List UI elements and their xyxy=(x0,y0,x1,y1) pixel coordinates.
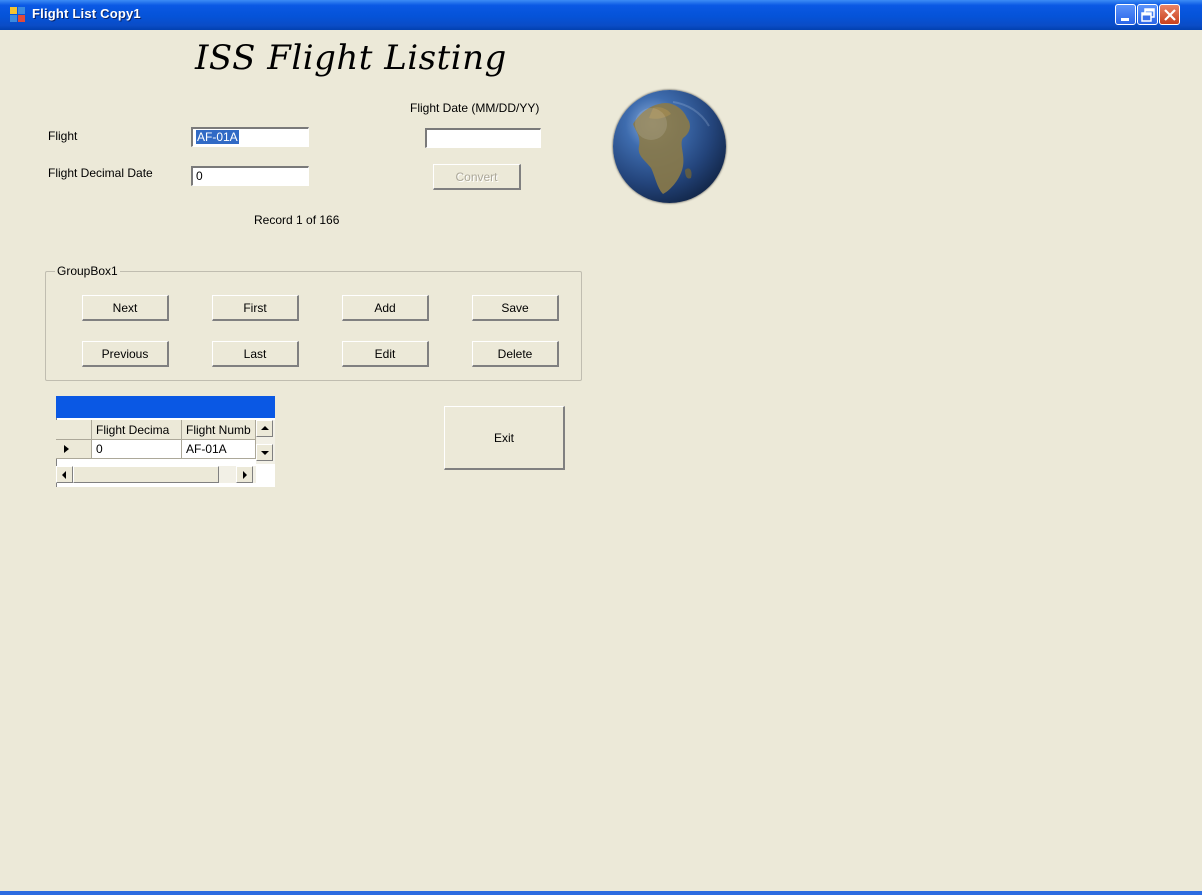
globe-icon xyxy=(613,90,726,203)
scroll-up-button[interactable] xyxy=(256,420,273,437)
flight-data-grid[interactable]: Flight Decima Flight Numb 0 AF-01A xyxy=(56,396,275,487)
column-header-flight-number[interactable]: Flight Numb xyxy=(182,420,256,440)
main-window: Flight List Copy1 ISS Flight Listing Fli… xyxy=(0,0,1202,895)
arrow-right-icon xyxy=(243,471,247,479)
add-button[interactable]: Add xyxy=(342,295,429,321)
first-button[interactable]: First xyxy=(212,295,299,321)
scroll-left-button[interactable] xyxy=(56,466,73,483)
previous-button[interactable]: Previous xyxy=(82,341,169,367)
grid-row-header[interactable] xyxy=(56,440,92,459)
convert-button[interactable]: Convert xyxy=(433,164,521,190)
app-icon xyxy=(10,7,26,23)
minimize-icon xyxy=(1121,18,1129,21)
next-button[interactable]: Next xyxy=(82,295,169,321)
save-button[interactable]: Save xyxy=(472,295,559,321)
column-header-flight-decimal[interactable]: Flight Decima xyxy=(92,420,182,440)
window-bottom-border xyxy=(0,891,1202,895)
horizontal-scroll-thumb[interactable] xyxy=(73,466,219,483)
row-pointer-icon xyxy=(64,445,69,453)
exit-button[interactable]: Exit xyxy=(444,406,565,470)
flight-label: Flight xyxy=(48,129,78,143)
grid-cell-decimal[interactable]: 0 xyxy=(92,440,182,459)
last-button[interactable]: Last xyxy=(212,341,299,367)
title-bar[interactable]: Flight List Copy1 xyxy=(0,0,1202,30)
flight-input[interactable]: AF-01A xyxy=(191,127,309,147)
edit-button[interactable]: Edit xyxy=(342,341,429,367)
flight-input-value: AF-01A xyxy=(196,130,239,144)
decimal-date-input[interactable]: 0 xyxy=(191,166,309,186)
arrow-down-icon xyxy=(261,451,269,455)
arrow-up-icon xyxy=(261,426,269,430)
scroll-down-button[interactable] xyxy=(256,444,273,461)
window-title: Flight List Copy1 xyxy=(32,6,141,21)
arrow-left-icon xyxy=(62,471,66,479)
record-status: Record 1 of 166 xyxy=(254,213,340,227)
flight-date-input[interactable] xyxy=(425,128,541,148)
grid-horizontal-scrollbar[interactable] xyxy=(56,466,256,483)
close-button[interactable] xyxy=(1159,4,1180,25)
scroll-right-button[interactable] xyxy=(236,466,253,483)
groupbox-title: GroupBox1 xyxy=(55,264,120,278)
restore-button[interactable] xyxy=(1137,4,1158,25)
grid-vertical-scrollbar[interactable] xyxy=(256,420,275,464)
decimal-date-label: Flight Decimal Date xyxy=(48,166,153,180)
page-heading: ISS Flight Listing xyxy=(195,38,507,78)
grid-caption-bar xyxy=(56,396,275,418)
minimize-button[interactable] xyxy=(1115,4,1136,25)
grid-cell-flight-number[interactable]: AF-01A xyxy=(182,440,256,459)
flight-date-label: Flight Date (MM/DD/YY) xyxy=(410,101,540,115)
restore-icon xyxy=(1141,8,1155,22)
delete-button[interactable]: Delete xyxy=(472,341,559,367)
grid-corner-header xyxy=(56,420,92,440)
close-icon xyxy=(1164,9,1176,21)
